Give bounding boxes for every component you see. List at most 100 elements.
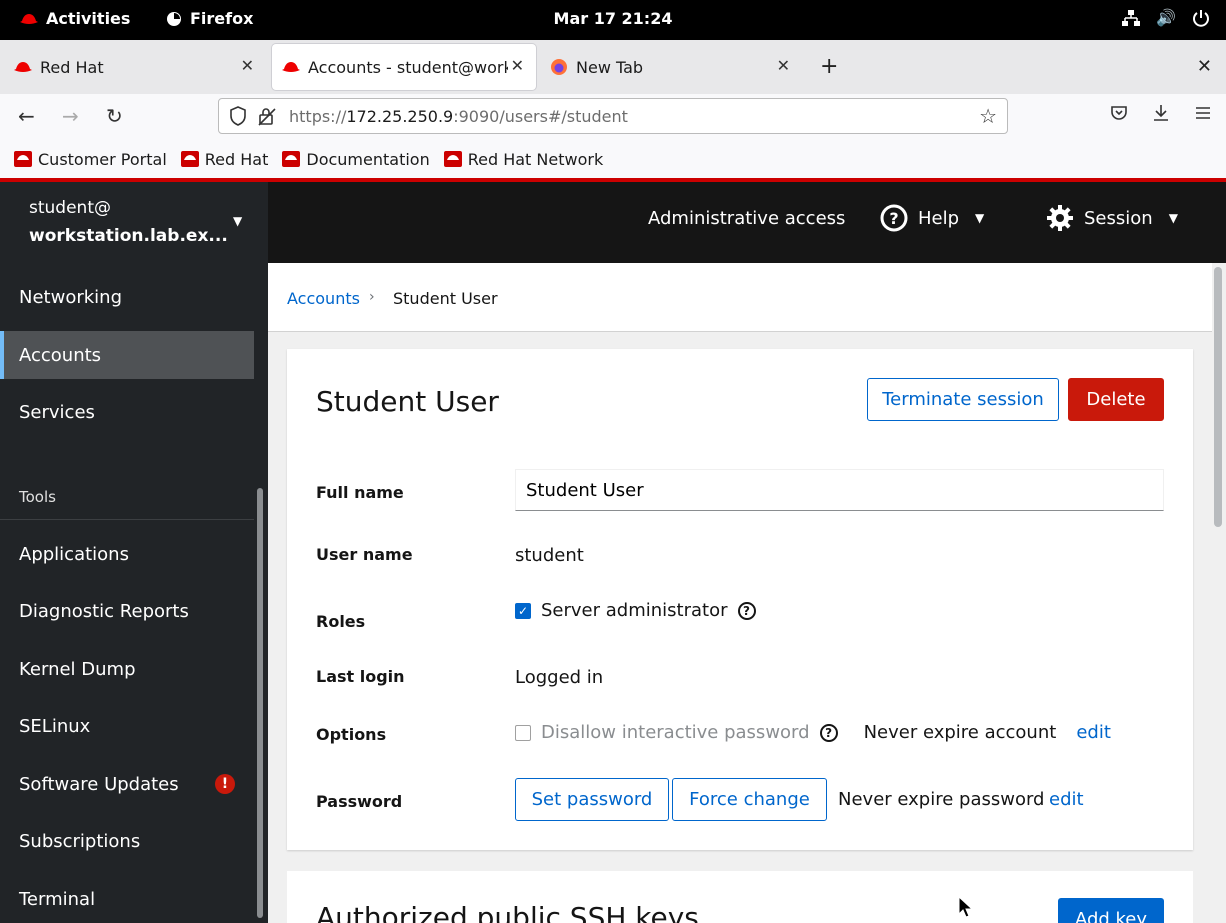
session-menu[interactable]: Session ▼	[1046, 204, 1178, 232]
bookmark-red-hat-network[interactable]: Red Hat Network	[443, 149, 604, 169]
password-expiry-text: Never expire password	[838, 789, 1045, 810]
disallow-password-checkbox[interactable]	[515, 724, 531, 741]
pocket-icon[interactable]	[1110, 104, 1128, 122]
back-arrow-icon[interactable]: ←	[18, 104, 35, 128]
help-icon: ?	[880, 204, 908, 232]
options-label: Options	[316, 725, 387, 744]
bookmark-label: Red Hat Network	[467, 149, 604, 169]
clock[interactable]: Mar 17 21:24	[0, 9, 1226, 28]
breadcrumb: Accounts › Student User	[268, 263, 1212, 332]
tab-accounts[interactable]: Accounts - student@work ✕	[272, 44, 536, 90]
sidebar-item-networking[interactable]: Networking	[0, 273, 254, 321]
tab-new-tab[interactable]: New Tab ✕	[540, 44, 802, 90]
bookmark-label: Documentation	[306, 149, 430, 169]
breadcrumb-accounts-link[interactable]: Accounts	[287, 289, 360, 308]
force-change-button[interactable]: Force change	[672, 778, 827, 821]
close-tab-icon[interactable]: ✕	[777, 56, 790, 75]
redhat-bookmark-icon	[443, 151, 462, 167]
close-tab-icon[interactable]: ✕	[241, 56, 254, 75]
tab-title: New Tab	[576, 57, 644, 77]
sidebar-item-selinux[interactable]: SELinux	[0, 702, 254, 750]
forward-arrow-icon[interactable]: →	[62, 104, 79, 128]
updates-warning-badge: !	[215, 774, 235, 794]
bookmark-documentation[interactable]: Documentation	[282, 149, 430, 169]
terminate-session-button[interactable]: Terminate session	[867, 378, 1059, 421]
redhat-icon	[14, 62, 32, 72]
insecure-lock-icon[interactable]	[257, 106, 277, 126]
network-icon	[1122, 9, 1141, 26]
sidebar-section-tools: Tools	[19, 488, 56, 506]
edit-password-expiry-link[interactable]: edit	[1049, 789, 1084, 810]
delete-button[interactable]: Delete	[1068, 378, 1164, 421]
power-icon	[1193, 9, 1209, 27]
sidebar-item-kernel-dump[interactable]: Kernel Dump	[0, 645, 254, 693]
sidebar-item-label: Diagnostic Reports	[19, 600, 189, 622]
close-tab-icon[interactable]: ✕	[511, 56, 524, 75]
server-admin-checkbox[interactable]: ✓	[515, 602, 531, 619]
content-scrollbar[interactable]	[1214, 267, 1222, 527]
download-icon[interactable]	[1152, 104, 1170, 122]
last-login-value: Logged in	[515, 667, 604, 688]
sidebar-item-label: Applications	[19, 543, 129, 565]
page-title: Student User	[316, 385, 499, 418]
hamburger-menu-icon[interactable]	[1194, 104, 1212, 122]
help-menu[interactable]: ? Help ▼	[880, 204, 984, 232]
sidebar-item-applications[interactable]: Applications	[0, 530, 254, 578]
system-top-bar: Activities Firefox Mar 17 21:24 🔊	[0, 0, 1226, 40]
system-tray[interactable]: 🔊	[1122, 8, 1210, 27]
help-icon[interactable]: ?	[737, 601, 756, 620]
tab-strip: Red Hat ✕ Accounts - student@work ✕ New …	[0, 40, 1226, 95]
close-window-icon[interactable]: ✕	[1197, 56, 1212, 77]
tab-title: Accounts - student@work	[308, 57, 508, 77]
host-selector[interactable]: student@ workstation.lab.ex... ▼	[0, 182, 268, 263]
bookmark-customer-portal[interactable]: Customer Portal	[14, 150, 167, 169]
volume-icon: 🔊	[1156, 8, 1176, 27]
sidebar-item-diagnostic-reports[interactable]: Diagnostic Reports	[0, 587, 254, 635]
sidebar-item-services[interactable]: Services	[0, 388, 254, 436]
full-name-input[interactable]: Student User	[515, 469, 1164, 511]
sidebar-item-subscriptions[interactable]: Subscriptions	[0, 817, 254, 865]
add-key-button[interactable]: Add key	[1058, 898, 1164, 923]
redhat-icon	[282, 62, 300, 72]
account-details-card: Student User Terminate session Delete Fu…	[287, 349, 1193, 850]
mouse-pointer-icon	[958, 896, 974, 918]
ssh-keys-title: Authorized public SSH keys	[316, 901, 699, 923]
help-icon[interactable]: ?	[819, 723, 838, 742]
sidebar-item-accounts[interactable]: Accounts	[0, 331, 254, 379]
user-name-value: student	[515, 545, 584, 566]
caret-down-icon: ▼	[233, 214, 243, 228]
sidebar-divider	[0, 519, 254, 520]
tab-title: Red Hat	[40, 57, 104, 77]
url-scheme: https://	[289, 106, 347, 126]
tab-redhat[interactable]: Red Hat ✕	[4, 44, 266, 90]
sidebar-item-label: Kernel Dump	[19, 658, 136, 680]
sidebar-item-label: Accounts	[19, 344, 102, 366]
roles-label: Roles	[316, 612, 366, 631]
sidebar-item-terminal[interactable]: Terminal	[0, 875, 254, 923]
full-name-label: Full name	[316, 483, 404, 502]
sidebar-item-label: Services	[19, 401, 95, 423]
bookmark-red-hat[interactable]: Red Hat	[180, 150, 268, 169]
bookmark-label: Customer Portal	[38, 149, 167, 169]
new-tab-icon[interactable]: +	[820, 54, 838, 79]
sidebar-scrollbar[interactable]	[257, 488, 263, 918]
firefox-icon	[551, 59, 567, 75]
password-label: Password	[316, 792, 403, 811]
set-password-button[interactable]: Set password	[515, 778, 669, 821]
caret-down-icon: ▼	[1168, 211, 1178, 225]
full-name-value: Student User	[526, 479, 644, 501]
reload-icon[interactable]: ↻	[106, 104, 123, 128]
session-label: Session	[1084, 207, 1153, 229]
sidebar-item-label: Software Updates	[19, 773, 179, 795]
bookmark-star-icon[interactable]: ☆	[979, 104, 997, 128]
sidebar-item-label: Subscriptions	[19, 830, 141, 852]
edit-account-expiry-link[interactable]: edit	[1076, 722, 1111, 743]
redhat-bookmark-icon	[282, 151, 301, 167]
options-row: Disallow interactive password ? Never ex…	[515, 722, 1111, 743]
url-bar[interactable]: https://172.25.250.9:9090/users#/student…	[218, 98, 1008, 134]
admin-access-toggle[interactable]: Administrative access	[648, 208, 845, 229]
host-name: workstation.lab.ex...	[29, 226, 228, 246]
redhat-bookmark-icon	[14, 151, 32, 167]
shield-icon	[230, 106, 246, 126]
chevron-right-icon: ›	[369, 289, 375, 305]
